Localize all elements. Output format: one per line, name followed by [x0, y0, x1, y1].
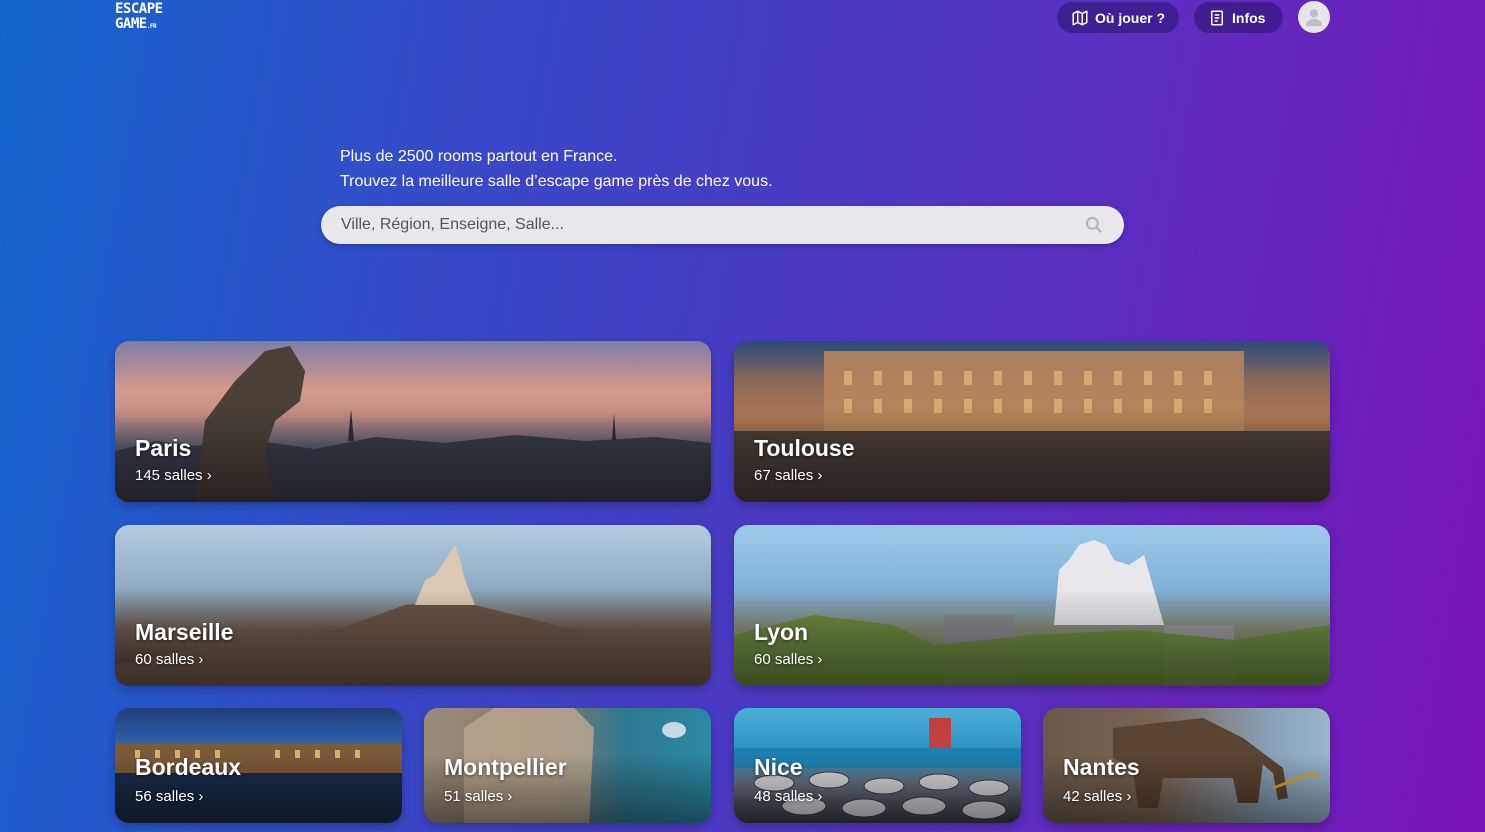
document-icon — [1211, 10, 1223, 25]
where-to-play-button[interactable]: Où jouer ? — [1057, 2, 1179, 33]
card-shade — [734, 341, 1330, 502]
city-card-paris[interactable]: Paris 145 salles › — [115, 341, 711, 502]
chevron-right-icon: › — [817, 788, 823, 805]
user-avatar-icon — [1305, 9, 1323, 27]
city-count-text: 145 salles — [135, 467, 203, 484]
city-count: 51 salles › — [444, 788, 512, 805]
city-count: 145 salles › — [135, 467, 212, 484]
city-card-nantes[interactable]: Nantes 42 salles › — [1043, 708, 1330, 823]
city-name: Nantes — [1063, 754, 1140, 780]
card-shade — [115, 525, 711, 686]
city-name: Nice — [754, 754, 803, 780]
city-count-text: 48 salles — [754, 788, 814, 805]
city-count: 60 salles › — [754, 651, 822, 668]
city-card-montpellier[interactable]: Montpellier 51 salles › — [424, 708, 711, 823]
city-name: Montpellier — [444, 754, 567, 780]
city-count-text: 51 salles — [444, 788, 504, 805]
map-icon — [1072, 10, 1088, 25]
city-card-nice[interactable]: Nice 48 salles › — [734, 708, 1021, 823]
city-card-marseille[interactable]: Marseille 60 salles › — [115, 525, 711, 686]
city-count-text: 67 salles — [754, 467, 814, 484]
city-name: Lyon — [754, 619, 809, 645]
city-count: 60 salles › — [135, 651, 203, 668]
where-to-play-label: Où jouer ? — [1095, 9, 1165, 26]
chevron-right-icon: › — [507, 788, 513, 805]
city-count: 42 salles › — [1063, 788, 1131, 805]
logo-tld: .FR — [146, 23, 157, 30]
chevron-right-icon: › — [198, 788, 204, 805]
infos-label: Infos — [1232, 9, 1266, 26]
chevron-right-icon: › — [1126, 788, 1132, 805]
city-name: Toulouse — [754, 435, 855, 461]
city-name: Marseille — [135, 619, 234, 645]
chevron-right-icon: › — [817, 467, 823, 484]
city-name: Bordeaux — [135, 754, 242, 780]
city-count: 67 salles › — [754, 467, 822, 484]
city-count: 56 salles › — [135, 788, 203, 805]
chevron-right-icon: › — [206, 467, 212, 484]
city-card-lyon[interactable]: Lyon 60 salles › — [734, 525, 1330, 686]
logo-line2: GAME — [115, 16, 147, 32]
hero-line1: Plus de 2500 rooms partout en France. — [340, 148, 618, 165]
user-avatar-button[interactable] — [1298, 1, 1330, 33]
hero-line2: Trouvez la meilleure salle d’escape game… — [340, 173, 773, 190]
infos-button[interactable]: Infos — [1194, 2, 1283, 33]
chevron-right-icon: › — [198, 651, 204, 668]
chevron-right-icon: › — [817, 651, 823, 668]
search-icon[interactable] — [1084, 215, 1104, 235]
city-count-text: 42 salles — [1063, 788, 1123, 805]
city-count: 48 salles › — [754, 788, 822, 805]
site-logo[interactable]: ESCAPE GAME.FR — [115, 2, 163, 34]
hero-tagline: Plus de 2500 rooms partout en France. Tr… — [340, 144, 773, 194]
logo-line1: ESCAPE — [115, 1, 163, 17]
city-card-toulouse[interactable]: Toulouse 67 salles › — [734, 341, 1330, 502]
city-card-bordeaux[interactable]: Bordeaux 56 salles › — [115, 708, 402, 823]
card-shade — [734, 525, 1330, 686]
search-input[interactable] — [341, 216, 1084, 234]
search-bar[interactable] — [321, 206, 1124, 244]
city-name: Paris — [135, 435, 192, 461]
city-count-text: 56 salles — [135, 788, 195, 805]
city-count-text: 60 salles — [135, 651, 195, 668]
city-count-text: 60 salles — [754, 651, 814, 668]
